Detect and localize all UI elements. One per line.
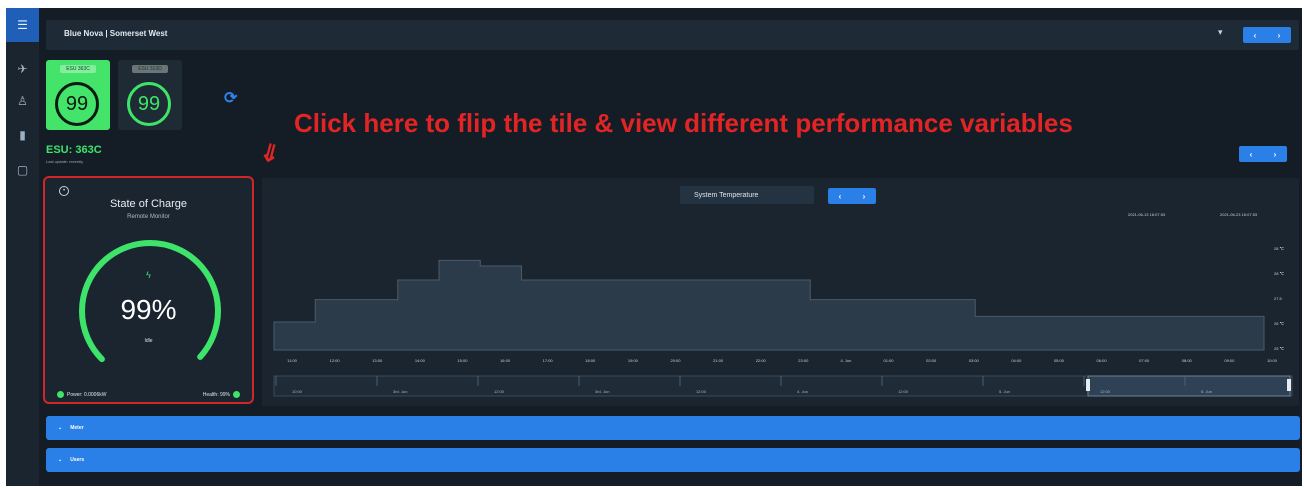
x-tick-label: 18:00 (585, 358, 596, 363)
temperature-area-series[interactable] (273, 259, 1265, 351)
status-dot-icon (57, 391, 64, 398)
navigator-label: 12:00 (494, 389, 505, 394)
x-tick-label: 02:00 (926, 358, 937, 363)
esu-tile-gauge: 99 (127, 82, 171, 126)
x-tick-label: 03:00 (969, 358, 980, 363)
site-header: Blue Nova | Somerset West ▾ ‹ › (46, 20, 1299, 50)
navigator-label: 12:00 (1100, 389, 1111, 394)
next-icon[interactable]: › (1274, 150, 1277, 159)
app-window: ☰ ✈ ♙ ▮ ▢ Blue Nova | Somerset West ▾ ‹ … (6, 8, 1302, 486)
navigator-label: 5. Jun (1201, 389, 1212, 394)
x-tick-label: 07:00 (1139, 358, 1150, 363)
charge-state: Idle (144, 338, 153, 344)
section-nav-buttons[interactable]: ‹ › (1239, 146, 1287, 162)
menu-icon[interactable]: ☰ (6, 8, 39, 42)
prev-icon[interactable]: ‹ (1250, 150, 1253, 159)
y-tick-label: 28 ℃ (1274, 246, 1285, 251)
x-tick-label: 05:00 (1054, 358, 1065, 363)
y-tick-label: 27.5 (1274, 296, 1283, 301)
chart-panel: System Temperature ‹ › 2021-06-13 16:07:… (262, 178, 1299, 406)
x-tick-label: 21:00 (713, 358, 724, 363)
document-icon[interactable]: ▢ (6, 153, 39, 187)
accordion-label: Meter (70, 425, 84, 431)
refresh-icon[interactable]: ⟳ (224, 88, 237, 108)
x-tick-label: 11:00 (287, 358, 297, 363)
esu-tile-active[interactable]: ESU 363C 99 (46, 60, 110, 130)
navigator-label: 12:00 (898, 389, 909, 394)
power-readout: Power: 0.0006kW (57, 391, 106, 398)
navigator-label: 4. Jun (797, 389, 808, 394)
navigator-label: 3rd. Jun (595, 389, 609, 394)
state-of-charge-card[interactable]: • State of Charge Remote Monitor ϟ 99% I… (43, 176, 254, 404)
x-tick-label: 20:00 (670, 358, 681, 363)
flight-icon[interactable]: ✈ (6, 52, 39, 86)
dropdown-caret-icon[interactable]: ▾ (1218, 27, 1223, 38)
navigator-handle[interactable] (1287, 379, 1291, 391)
x-tick-label: 10:00 (1267, 358, 1278, 363)
x-tick-label: 15:00 (457, 358, 468, 363)
accordion-label: Users (70, 457, 85, 463)
x-tick-label: 17:00 (543, 358, 554, 363)
charge-percent: 99% (120, 294, 177, 325)
chevron-down-icon: ⌄ (58, 457, 63, 463)
battery-icon[interactable]: ▮ (6, 118, 39, 152)
navigator-handle[interactable] (1086, 379, 1090, 391)
esu-subtitle: Last update: recently (46, 159, 84, 164)
y-tick-label: 26 ℃ (1274, 321, 1285, 326)
x-tick-label: 01:00 (884, 358, 895, 363)
sidebar: ☰ ✈ ♙ ▮ ▢ (6, 8, 39, 486)
site-title: Blue Nova | Somerset West (64, 29, 168, 38)
x-tick-label: 13:00 (372, 358, 383, 363)
x-tick-label: 09:00 (1224, 358, 1235, 363)
health-text: Health: 99% (202, 391, 230, 398)
x-tick-label: 22:00 (756, 358, 767, 363)
esu-tile-gauge: 99 (55, 82, 99, 126)
x-tick-label: 4. Jun (840, 358, 851, 363)
x-tick-label: 04:00 (1011, 358, 1022, 363)
pin-icon[interactable]: • (59, 186, 69, 196)
status-dot-icon (233, 391, 240, 398)
accordion-meter[interactable]: ⌄ Meter (46, 416, 1300, 440)
x-tick-label: 23:00 (798, 358, 809, 363)
x-tick-label: 14:00 (415, 358, 426, 363)
esu-tile-label: ESU 313D (132, 65, 168, 73)
prev-icon[interactable]: ‹ (1254, 31, 1257, 40)
next-icon[interactable]: › (1278, 31, 1281, 40)
power-text: Power: 0.0006kW (67, 391, 107, 398)
x-tick-label: 12:00 (330, 358, 341, 363)
esu-title: ESU: 363C (46, 144, 102, 156)
navigator-label: 5. Jun (999, 389, 1010, 394)
header-nav-buttons[interactable]: ‹ › (1243, 27, 1291, 43)
y-tick-label: 28 ℃ (1274, 271, 1285, 276)
navigator-label: 3rd. Jun (393, 389, 407, 394)
navigator-label: 12:00 (696, 389, 707, 394)
x-tick-label: 16:00 (500, 358, 511, 363)
annotation-arrow-icon: ⇙ (254, 135, 286, 170)
card-title: State of Charge (109, 198, 188, 210)
temperature-chart: 28 ℃ 28 ℃ 27.5 26 ℃ 25 ℃ 11:00 12:00 13:00 14:00… (273, 246, 1293, 397)
navigator-label: 10:00 (292, 389, 303, 394)
esu-tile-label: ESU 363C (60, 65, 96, 73)
esu-tile[interactable]: ESU 313D 99 (118, 60, 182, 130)
x-tick-label: 08:00 (1182, 358, 1193, 363)
y-tick-label: 25 ℃ (1274, 346, 1285, 351)
chevron-down-icon: ⌄ (58, 425, 63, 431)
navigator-window[interactable] (1087, 375, 1291, 397)
health-readout: Health: 99% (203, 391, 240, 398)
accordion-users[interactable]: ⌄ Users (46, 448, 1300, 472)
charging-bolt-icon: ϟ (146, 270, 151, 280)
x-tick-label: 19:00 (628, 358, 639, 363)
user-icon[interactable]: ♙ (6, 84, 39, 118)
card-subtitle: Remote Monitor (127, 214, 170, 220)
x-tick-label: 06:00 (1097, 358, 1108, 363)
annotation-text: Click here to flip the tile & view diffe… (294, 108, 1073, 138)
